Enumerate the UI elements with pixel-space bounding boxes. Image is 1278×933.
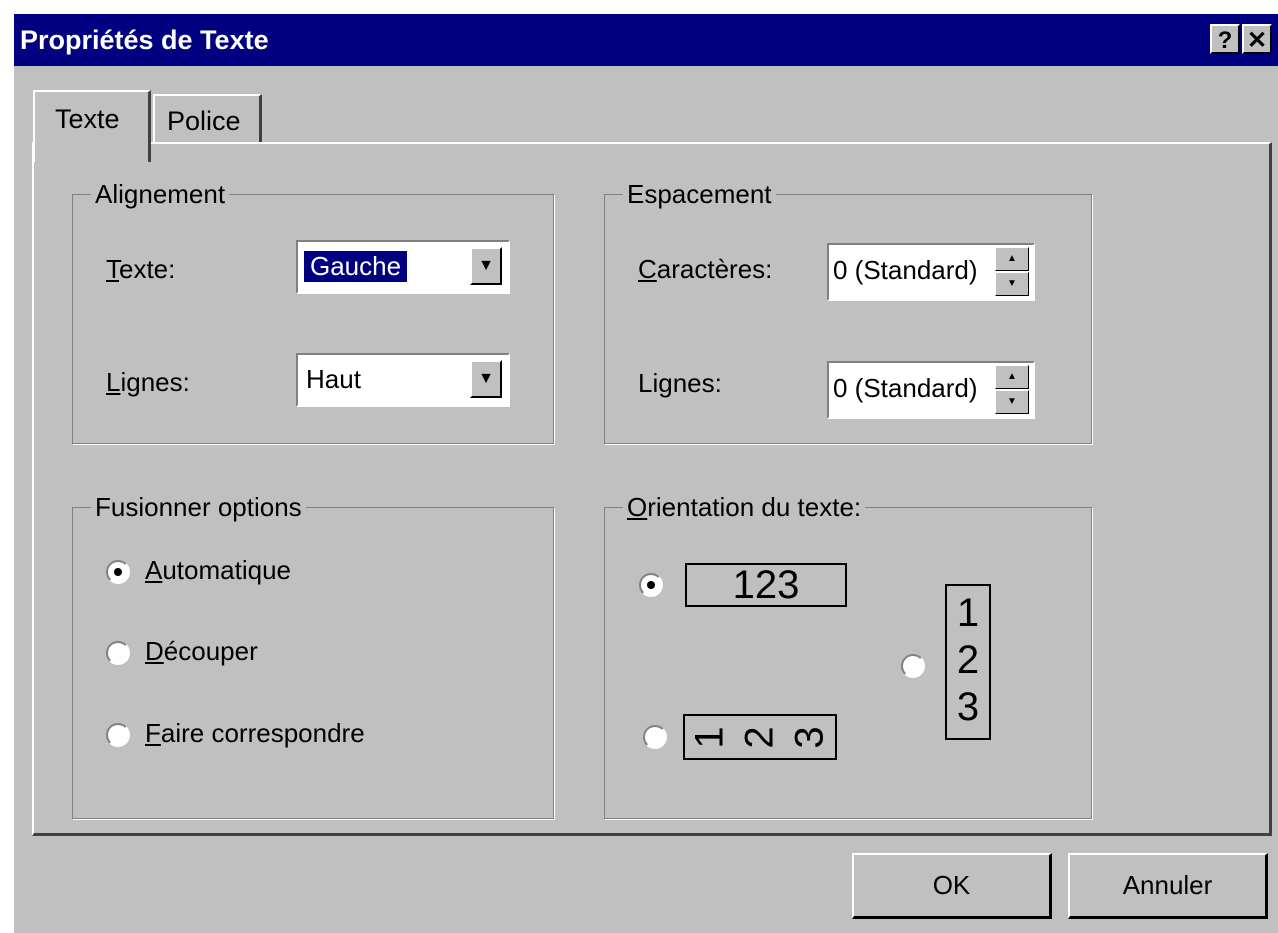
lignes-align-label: Lignes:: [106, 367, 190, 397]
vertical-char: 1: [956, 591, 980, 635]
orientation-legend: Orientation du texte:: [623, 489, 866, 525]
alignement-group: Alignement Texte: Gauche ▼ Lignes: Haut …: [72, 176, 554, 444]
caret-up-icon[interactable]: ▲: [995, 365, 1029, 389]
lignes-spinner[interactable]: 0 (Standard) ▲ ▼: [827, 361, 1035, 419]
decouper-label[interactable]: Découper: [145, 636, 258, 667]
lignes-align-dropdown[interactable]: Haut ▼: [296, 353, 510, 407]
vertical-char: 2: [956, 638, 980, 682]
orientation-horizontal-sample[interactable]: 123: [685, 563, 847, 607]
tab-panel-texte: Alignement Texte: Gauche ▼ Lignes: Haut …: [32, 142, 1272, 836]
window-title: Propriétés de Texte: [20, 25, 269, 55]
rotated-char: 1: [687, 725, 732, 749]
texte-align-label: Texte:: [106, 254, 176, 284]
caracteres-label: Caractères:: [638, 254, 773, 284]
chevron-down-icon[interactable]: ▼: [470, 247, 502, 285]
orientation-vertical-sample[interactable]: 1 2 3: [945, 584, 991, 740]
tab-police[interactable]: Police: [153, 94, 262, 144]
rotated-char: 3: [787, 725, 832, 749]
radio-automatique[interactable]: [106, 560, 130, 584]
lignes-align-value: Haut: [306, 364, 361, 394]
espacement-group: Espacement Caractères: 0 (Standard) ▲ ▼ …: [604, 176, 1092, 444]
help-button[interactable]: ?: [1210, 24, 1240, 54]
fusionner-group: Fusionner options Automatique Découper F…: [72, 489, 554, 819]
chevron-down-icon[interactable]: ▼: [470, 360, 502, 398]
radio-decouper[interactable]: [106, 641, 130, 665]
radio-horizontal[interactable]: [639, 573, 663, 597]
tab-texte[interactable]: Texte: [33, 90, 151, 162]
texte-align-value: Gauche: [302, 250, 409, 283]
ok-button[interactable]: OK: [852, 853, 1052, 919]
radio-vertical[interactable]: [901, 654, 925, 678]
caret-down-icon[interactable]: ▼: [995, 272, 1029, 296]
radio-faire-correspondre[interactable]: [106, 723, 130, 747]
fusionner-legend: Fusionner options: [91, 489, 306, 525]
rotated-char: 2: [737, 725, 782, 749]
automatique-label[interactable]: Automatique: [145, 555, 291, 586]
caret-down-icon[interactable]: ▼: [995, 390, 1029, 414]
help-icon: ?: [1217, 27, 1233, 54]
close-button[interactable]: ✕: [1242, 24, 1272, 54]
close-icon: ✕: [1246, 27, 1268, 54]
caracteres-spinner[interactable]: 0 (Standard) ▲ ▼: [827, 243, 1035, 301]
lignes-spacing-label: Lignes:: [638, 368, 722, 398]
tab-texte-label: Texte: [55, 104, 120, 134]
cancel-button[interactable]: Annuler: [1068, 853, 1268, 919]
orientation-rotated-sample[interactable]: 1 2 3: [683, 714, 837, 760]
alignement-legend: Alignement: [91, 176, 230, 212]
radio-rotated[interactable]: [643, 725, 667, 749]
caracteres-value: 0 (Standard): [833, 255, 978, 285]
text-properties-dialog: Propriétés de Texte ? ✕ Texte Police Ali…: [14, 14, 1278, 933]
espacement-legend: Espacement: [623, 176, 776, 212]
texte-align-dropdown[interactable]: Gauche ▼: [296, 240, 510, 294]
faire-correspondre-label[interactable]: Faire correspondre: [145, 718, 365, 749]
orientation-group: Orientation du texte: 123 1 2 3 1 2 3: [604, 489, 1092, 819]
title-bar: Propriétés de Texte ? ✕: [14, 14, 1278, 66]
caret-up-icon[interactable]: ▲: [995, 247, 1029, 271]
lignes-spacing-value: 0 (Standard): [833, 373, 978, 403]
tab-police-label: Police: [167, 106, 241, 136]
vertical-char: 3: [956, 685, 980, 729]
